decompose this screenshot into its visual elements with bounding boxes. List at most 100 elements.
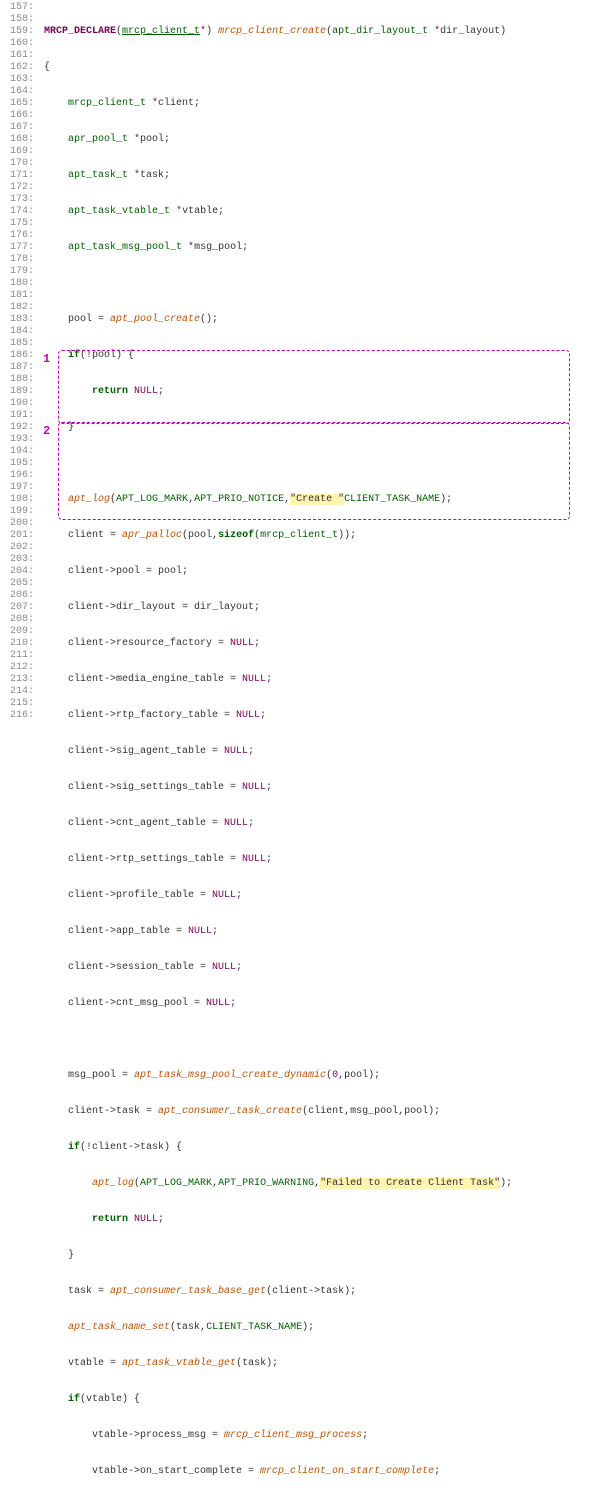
code-line: client->app_table = NULL; (44, 926, 600, 938)
code-line: mrcp_client_t *client; (44, 98, 600, 110)
code-line (44, 458, 600, 470)
line-number: 158: (0, 14, 34, 26)
line-number: 170: (0, 158, 34, 170)
code-line: vtable->process_msg = mrcp_client_msg_pr… (44, 1430, 600, 1442)
code-line: client->media_engine_table = NULL; (44, 674, 600, 686)
code-line: client->session_table = NULL; (44, 962, 600, 974)
line-number: 199: (0, 506, 34, 518)
line-number: 187: (0, 362, 34, 374)
line-number: 197: (0, 482, 34, 494)
line-number: 202: (0, 542, 34, 554)
line-number: 159: (0, 26, 34, 38)
line-number: 200: (0, 518, 34, 530)
line-number: 173: (0, 194, 34, 206)
line-number: 207: (0, 602, 34, 614)
code-line (44, 278, 600, 290)
code-line: if(!client->task) { (44, 1142, 600, 1154)
line-number: 166: (0, 110, 34, 122)
code-line: task = apt_consumer_task_base_get(client… (44, 1286, 600, 1298)
code-block: 157:158:159:160:161:162:163:164:165:166:… (0, 0, 600, 1490)
line-number: 205: (0, 578, 34, 590)
line-number: 162: (0, 62, 34, 74)
code-line: } (44, 422, 600, 434)
line-number: 215: (0, 698, 34, 710)
line-number: 157: (0, 2, 34, 14)
line-number: 167: (0, 122, 34, 134)
code-line: client->cnt_agent_table = NULL; (44, 818, 600, 830)
code-line: apt_task_msg_pool_t *msg_pool; (44, 242, 600, 254)
line-number: 175: (0, 218, 34, 230)
line-number: 174: (0, 206, 34, 218)
line-number: 213: (0, 674, 34, 686)
line-number: 165: (0, 98, 34, 110)
code-lines: MRCP_DECLARE(mrcp_client_t*) mrcp_client… (44, 2, 600, 1490)
line-number: 198: (0, 494, 34, 506)
line-number: 189: (0, 386, 34, 398)
line-number: 195: (0, 458, 34, 470)
code-line: client->sig_agent_table = NULL; (44, 746, 600, 758)
line-number: 196: (0, 470, 34, 482)
code-line: if(!pool) { (44, 350, 600, 362)
line-number: 214: (0, 686, 34, 698)
line-number: 183: (0, 314, 34, 326)
code-line: msg_pool = apt_task_msg_pool_create_dyna… (44, 1070, 600, 1082)
line-number: 161: (0, 50, 34, 62)
code-line: client->dir_layout = dir_layout; (44, 602, 600, 614)
code-line: apt_task_name_set(task,CLIENT_TASK_NAME)… (44, 1322, 600, 1334)
line-number: 172: (0, 182, 34, 194)
line-number: 177: (0, 242, 34, 254)
line-number: 178: (0, 254, 34, 266)
code-line: client->rtp_factory_table = NULL; (44, 710, 600, 722)
line-number: 171: (0, 170, 34, 182)
code-line: vtable->on_start_complete = mrcp_client_… (44, 1466, 600, 1478)
code-line: apt_log(APT_LOG_MARK,APT_PRIO_WARNING,"F… (44, 1178, 600, 1190)
line-number: 176: (0, 230, 34, 242)
code-line: client = apr_palloc(pool,sizeof(mrcp_cli… (44, 530, 600, 542)
line-number: 179: (0, 266, 34, 278)
line-number: 188: (0, 374, 34, 386)
code-line: client->resource_factory = NULL; (44, 638, 600, 650)
line-number: 216: (0, 710, 34, 722)
line-number: 203: (0, 554, 34, 566)
code-line: { (44, 62, 600, 74)
line-number: 201: (0, 530, 34, 542)
line-number: 194: (0, 446, 34, 458)
line-number: 191: (0, 410, 34, 422)
code-line: apt_task_vtable_t *vtable; (44, 206, 600, 218)
code-line: client->pool = pool; (44, 566, 600, 578)
code-line: pool = apt_pool_create(); (44, 314, 600, 326)
line-number: 211: (0, 650, 34, 662)
code-line: } (44, 1250, 600, 1262)
line-number: 210: (0, 638, 34, 650)
line-number: 190: (0, 398, 34, 410)
line-number: 206: (0, 590, 34, 602)
code-line: apt_log(APT_LOG_MARK,APT_PRIO_NOTICE,"Cr… (44, 494, 600, 506)
line-number: 164: (0, 86, 34, 98)
line-number: 180: (0, 278, 34, 290)
line-number: 163: (0, 74, 34, 86)
line-number: 169: (0, 146, 34, 158)
code-line: client->rtp_settings_table = NULL; (44, 854, 600, 866)
code-line: return NULL; (44, 386, 600, 398)
code-line: client->profile_table = NULL; (44, 890, 600, 902)
line-number: 186: (0, 350, 34, 362)
line-number-gutter: 157:158:159:160:161:162:163:164:165:166:… (0, 2, 34, 722)
code-line: MRCP_DECLARE(mrcp_client_t*) mrcp_client… (44, 26, 600, 38)
line-number: 193: (0, 434, 34, 446)
line-number: 192: (0, 422, 34, 434)
code-line: client->task = apt_consumer_task_create(… (44, 1106, 600, 1118)
code-line (44, 1034, 600, 1046)
code-line: client->cnt_msg_pool = NULL; (44, 998, 600, 1010)
line-number: 208: (0, 614, 34, 626)
code-line: client->sig_settings_table = NULL; (44, 782, 600, 794)
code-line: vtable = apt_task_vtable_get(task); (44, 1358, 600, 1370)
code-line: return NULL; (44, 1214, 600, 1226)
line-number: 209: (0, 626, 34, 638)
line-number: 184: (0, 326, 34, 338)
line-number: 204: (0, 566, 34, 578)
line-number: 182: (0, 302, 34, 314)
code-line: apr_pool_t *pool; (44, 134, 600, 146)
line-number: 212: (0, 662, 34, 674)
line-number: 160: (0, 38, 34, 50)
line-number: 181: (0, 290, 34, 302)
